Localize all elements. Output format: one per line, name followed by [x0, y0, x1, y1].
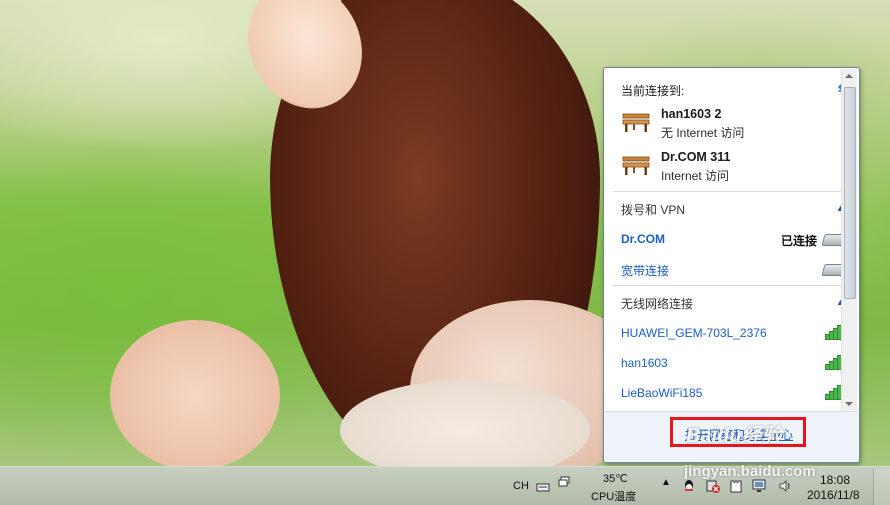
scroll-up-icon[interactable]: [845, 74, 853, 78]
volume-icon[interactable]: [778, 479, 792, 493]
dialup-item-drcom[interactable]: Dr.COM 已连接: [621, 229, 849, 251]
connection-status: 无 Internet 访问: [661, 126, 745, 140]
network-list: 拨号和 VPN ▲ Dr.COM 已连接 宽带连接 无线网络连接 ▲ HUAWE…: [605, 191, 858, 411]
scrollbar-thumb[interactable]: [844, 87, 856, 299]
wallpaper-arm: [110, 320, 280, 466]
wifi-item-huawei[interactable]: HUAWEI_GEM-703L_2376: [621, 322, 846, 345]
wifi-name: HUAWEI_GEM-703L_2376: [621, 326, 767, 340]
security-blocked-icon[interactable]: [706, 479, 720, 493]
network-flyout: 当前连接到: ⇆ han1603 2 无 Internet 访问 Dr.COM …: [603, 67, 860, 463]
show-hidden-icons-icon[interactable]: ▲: [661, 477, 671, 488]
cpu-temp-label: CPU温度: [591, 491, 637, 503]
clipboard-icon[interactable]: [729, 479, 743, 493]
divider: [613, 285, 843, 286]
wifi-item-han1603[interactable]: han1603: [621, 352, 846, 375]
wifi-name: LieBaoWiFi185: [621, 386, 703, 400]
dialup-item-name: Dr.COM: [621, 232, 666, 246]
divider: [613, 191, 843, 192]
clock-time[interactable]: 18:08: [820, 473, 850, 487]
dialup-item-name: 宽带连接: [621, 264, 670, 278]
dialup-item-broadband[interactable]: 宽带连接: [621, 259, 849, 281]
connection-name: Dr.COM 311: [661, 150, 731, 164]
show-desktop-button[interactable]: [873, 469, 890, 505]
dialup-item-state: 已连接: [780, 234, 817, 248]
clock-date[interactable]: 2016/11/8: [807, 488, 860, 502]
connection-drcom[interactable]: Dr.COM 311 Internet 访问: [621, 150, 841, 186]
connection-name: han1603 2: [661, 107, 722, 121]
dialup-section-header[interactable]: 拨号和 VPN: [621, 201, 685, 218]
scroll-down-icon[interactable]: [845, 402, 853, 406]
current-connection-title: 当前连接到:: [621, 84, 685, 98]
connection-han1603[interactable]: han1603 2 无 Internet 访问: [621, 107, 841, 143]
network-bench-icon: [622, 156, 650, 175]
temperature-value: 35℃: [603, 473, 628, 485]
connection-status: Internet 访问: [661, 169, 730, 183]
network-tray-icon[interactable]: [752, 479, 766, 493]
current-connections-panel: 当前连接到: ⇆ han1603 2 无 Internet 访问 Dr.COM …: [605, 69, 858, 191]
network-list-scrollbar[interactable]: [841, 69, 857, 411]
language-indicator[interactable]: CH: [513, 480, 529, 492]
qq-icon[interactable]: [682, 479, 696, 493]
window-icon[interactable]: [558, 475, 572, 489]
wifi-item-liebao[interactable]: LieBaoWiFi185: [621, 382, 846, 405]
watermark-brand: Baidu经验: [686, 425, 782, 447]
keyboard-icon[interactable]: [536, 480, 550, 494]
network-bench-icon: [622, 113, 650, 132]
watermark-url: jingyan.baidu.com: [684, 463, 816, 480]
wireless-section-header[interactable]: 无线网络连接: [621, 295, 693, 312]
wifi-name: han1603: [621, 356, 668, 370]
